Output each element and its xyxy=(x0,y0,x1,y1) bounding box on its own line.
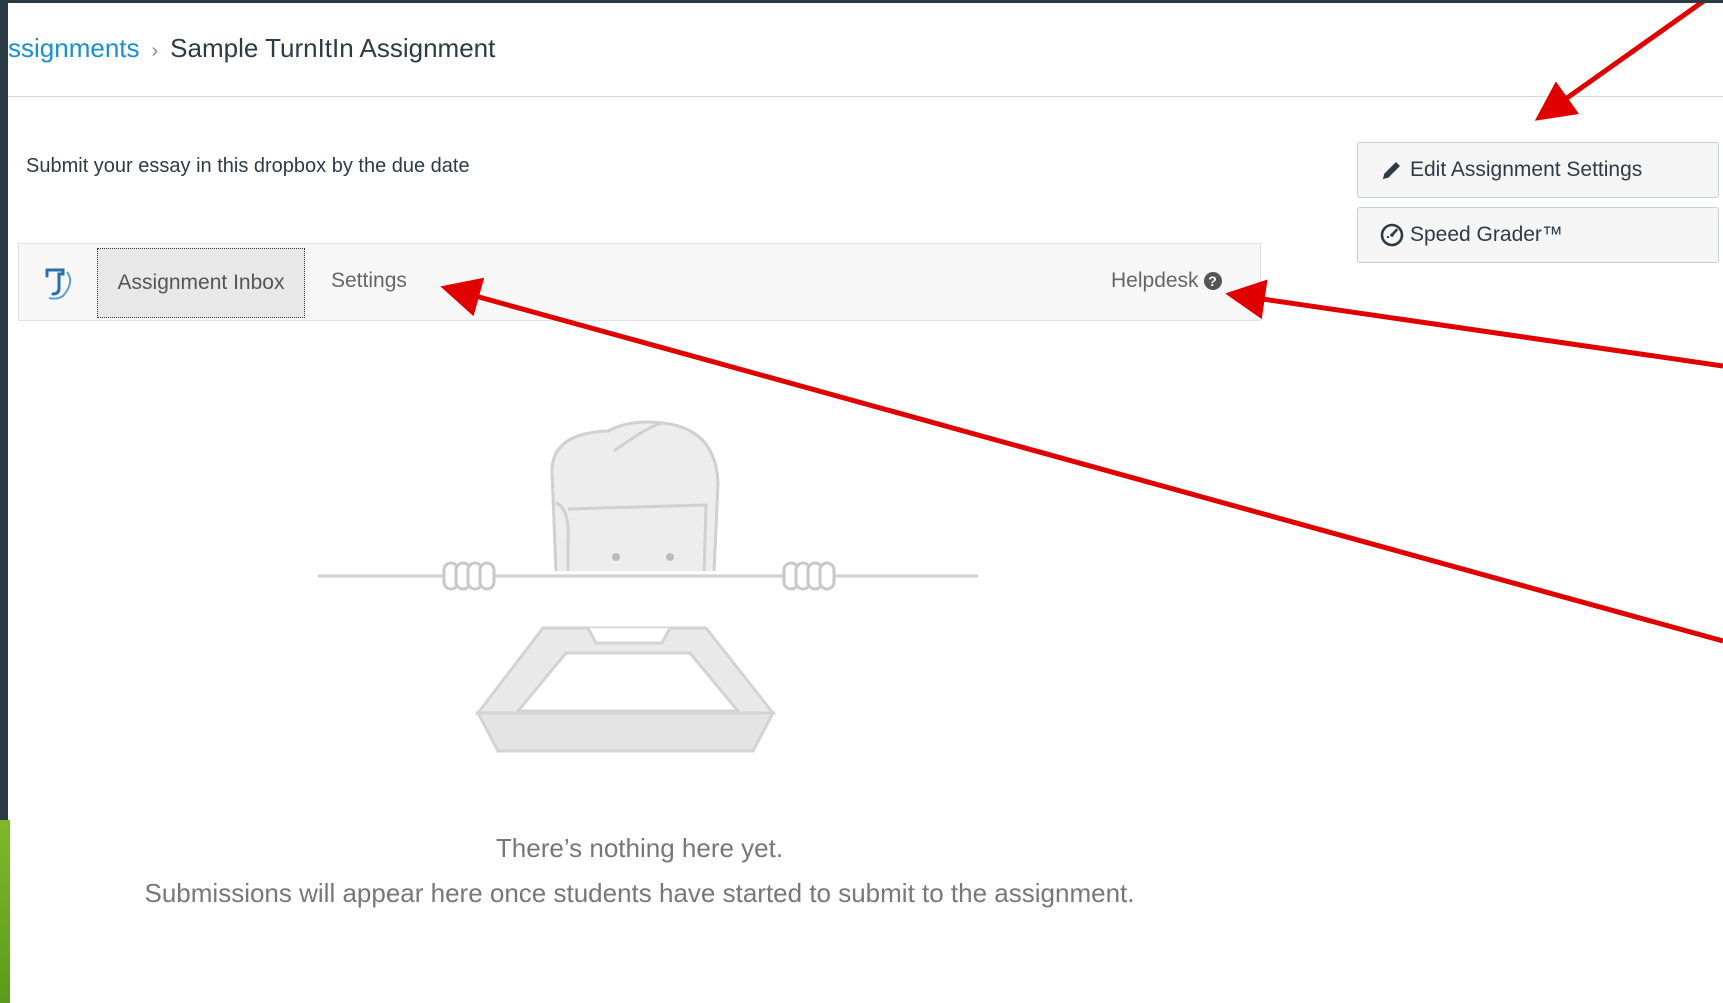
empty-state-title: There’s nothing here yet. xyxy=(495,833,784,863)
helpdesk-label: Helpdesk xyxy=(1111,269,1199,292)
slide-accent-strip xyxy=(0,820,10,1003)
pencil-icon xyxy=(1380,158,1404,182)
speed-grader-button[interactable]: Speed Grader™ xyxy=(1357,207,1719,263)
header-divider xyxy=(8,96,1723,97)
empty-state-subtitle: Submissions will appear here once studen… xyxy=(144,878,1135,908)
turnitin-logo-icon xyxy=(41,264,77,302)
speed-grader-label: Speed Grader™ xyxy=(1410,223,1563,246)
question-circle-icon: ? xyxy=(1203,272,1222,290)
breadcrumb: ssignments › Sample TurnItIn Assignment xyxy=(8,33,495,64)
tab-assignment-inbox[interactable]: Assignment Inbox xyxy=(97,248,305,318)
breadcrumb-assignments-link[interactable]: ssignments xyxy=(8,33,140,63)
edit-assignment-settings-label: Edit Assignment Settings xyxy=(1410,158,1643,181)
tab-settings[interactable]: Settings xyxy=(331,269,407,293)
arrow-to-edit-settings xyxy=(1534,3,1706,121)
assignment-page: ssignments › Sample TurnItIn Assignment Su… xyxy=(8,3,1723,1003)
page-title: Sample TurnItIn Assignment xyxy=(170,33,496,63)
assignment-description: Submit your essay in this dropbox by the… xyxy=(26,155,470,177)
helpdesk-link[interactable]: Helpdesk ? xyxy=(1111,269,1222,293)
breadcrumb-separator: › xyxy=(151,40,159,62)
edit-assignment-settings-button[interactable]: Edit Assignment Settings xyxy=(1357,142,1719,198)
arrow-to-helpdesk xyxy=(1225,279,1723,369)
empty-inbox-illustration xyxy=(318,420,978,753)
speedometer-icon xyxy=(1380,223,1404,247)
turnitin-toolbar: Assignment Inbox Settings Helpdesk ? xyxy=(18,243,1261,321)
